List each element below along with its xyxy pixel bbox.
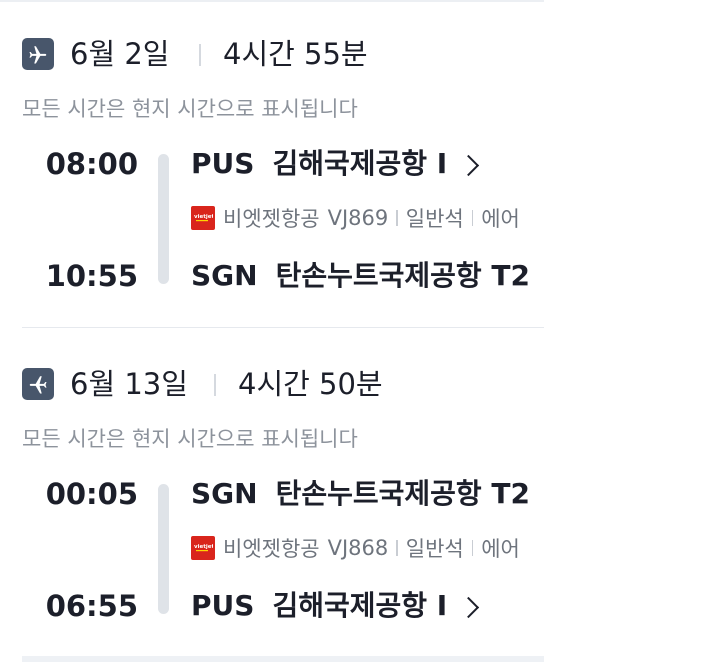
departure-time: 00:05 <box>45 477 138 511</box>
airline-name: 비엣젯항공 <box>223 207 320 231</box>
chevron-right-icon <box>458 596 480 618</box>
itinerary-panel: 6월 2일 4시간 55분 모든 시간은 현지 시간으로 표시됩니다 08:00… <box>0 0 544 662</box>
info-separator <box>471 540 474 556</box>
aircraft-info: 에어 <box>481 537 520 561</box>
flight-number: VJ869 <box>327 206 389 230</box>
header-separator <box>199 44 201 66</box>
svg-text:vietjet: vietjet <box>194 214 213 220</box>
airline-name: 비엣젯항공 <box>223 537 320 561</box>
flight-date: 6월 13일 <box>70 367 188 401</box>
segment-divider <box>22 327 544 328</box>
departure-airport-name: 김해국제공항 I <box>272 147 448 180</box>
flight-date: 6월 2일 <box>70 37 170 71</box>
chevron-right-icon <box>458 154 480 176</box>
info-separator <box>396 540 398 556</box>
timeline-bar <box>158 484 169 614</box>
departure-airport-code: SGN <box>191 477 258 510</box>
departure-airport: SGN 탄손누트국제공항 T2 <box>191 474 530 514</box>
departure-airport-name: 탄손누트국제공항 T2 <box>275 477 531 510</box>
vietjet-logo: vietjet <box>191 206 215 230</box>
info-separator <box>396 210 398 226</box>
flight-info: vietjet 비엣젯항공 VJ868 일반석 에어 <box>191 533 520 563</box>
cabin-class: 일반석 <box>405 537 464 561</box>
arrival-time: 10:55 <box>45 259 138 293</box>
timezone-note: 모든 시간은 현지 시간으로 표시됩니다 <box>22 97 358 121</box>
flight-number: VJ868 <box>327 536 389 560</box>
airplane-icon <box>22 368 54 400</box>
arrival-airport-code: PUS <box>191 589 255 622</box>
cabin-class: 일반석 <box>405 207 464 231</box>
info-separator <box>471 210 474 226</box>
departure-airport-code: PUS <box>191 147 255 180</box>
airplane-icon <box>22 38 54 70</box>
arrival-time: 06:55 <box>45 589 138 623</box>
arrival-airport-name: 탄손누트국제공항 T2 <box>275 259 531 292</box>
arrival-airport-name: 김해국제공항 I <box>272 589 448 622</box>
flight-itinerary-page: 6월 2일 4시간 55분 모든 시간은 현지 시간으로 표시됩니다 08:00… <box>0 0 704 662</box>
aircraft-info: 에어 <box>481 207 520 231</box>
header-separator <box>214 374 216 396</box>
arrival-airport-code: SGN <box>191 259 258 292</box>
flight-duration: 4시간 55분 <box>223 37 368 71</box>
vietjet-logo: vietjet <box>191 536 215 560</box>
departure-airport-link[interactable]: PUS 김해국제공항 I <box>191 144 480 184</box>
departure-time: 08:00 <box>45 147 138 181</box>
arrival-airport: SGN 탄손누트국제공항 T2 <box>191 256 530 296</box>
flight-duration: 4시간 50분 <box>238 367 383 401</box>
timeline-bar <box>158 154 169 284</box>
flight-segment-return: 6월 13일 4시간 50분 모든 시간은 현지 시간으로 표시됩니다 00:0… <box>0 330 544 650</box>
svg-text:vietjet: vietjet <box>194 544 213 550</box>
arrival-airport-link[interactable]: PUS 김해국제공항 I <box>191 586 480 626</box>
flight-segment-outbound: 6월 2일 4시간 55분 모든 시간은 현지 시간으로 표시됩니다 08:00… <box>0 0 544 320</box>
bottom-divider <box>22 656 544 662</box>
timezone-note: 모든 시간은 현지 시간으로 표시됩니다 <box>22 427 358 451</box>
flight-info: vietjet 비엣젯항공 VJ869 일반석 에어 <box>191 203 520 233</box>
